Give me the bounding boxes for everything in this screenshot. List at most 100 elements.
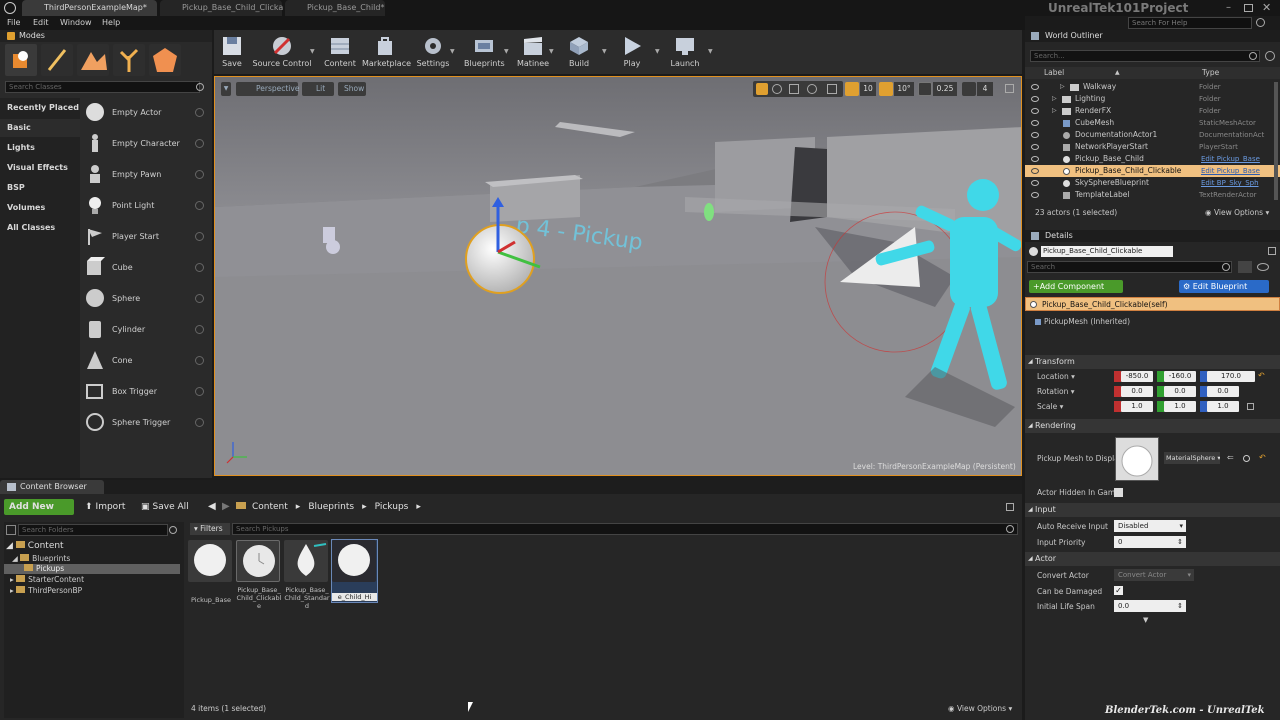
- auto-receive-input-dropdown[interactable]: Disabled ▾: [1114, 520, 1186, 532]
- details-search-input[interactable]: Search: [1027, 261, 1232, 273]
- grid-snap-value[interactable]: 10: [860, 82, 876, 96]
- column-type[interactable]: Type: [1202, 67, 1219, 79]
- place-item-point-light[interactable]: Point Light: [80, 190, 208, 221]
- component-row-self[interactable]: Pickup_Base_Child_Clickable(self): [1025, 297, 1280, 311]
- outliner-row[interactable]: ▷ Walkway Folder: [1025, 81, 1280, 93]
- rotation-x-field[interactable]: 0.0: [1121, 386, 1153, 397]
- outliner-row[interactable]: NetworkPlayerStart PlayerStart: [1025, 141, 1280, 153]
- tree-item-pickups[interactable]: Pickups: [4, 564, 180, 574]
- place-item-empty-pawn[interactable]: Empty Pawn: [80, 159, 208, 190]
- camera-speed-value[interactable]: 4: [977, 82, 993, 96]
- row-type-link[interactable]: Edit Pickup_Base: [1201, 153, 1260, 165]
- breadcrumb-blueprints[interactable]: Blueprints: [308, 502, 354, 512]
- view-options-button[interactable]: ◉ View Options ▾: [948, 704, 1012, 713]
- scene-render[interactable]: p 4 - Pickup: [215, 77, 1022, 476]
- category-visual-effects[interactable]: Visual Effects: [0, 159, 80, 177]
- lit-button[interactable]: Lit: [302, 82, 334, 96]
- outliner-row[interactable]: SkySphereBlueprint Edit BP_Sky_Sph: [1025, 177, 1280, 189]
- outliner-search-input[interactable]: Search...: [1030, 50, 1260, 62]
- category-basic[interactable]: Basic: [0, 119, 80, 137]
- eye-icon[interactable]: [1031, 168, 1039, 174]
- place-item-empty-actor[interactable]: Empty Actor: [80, 97, 208, 128]
- eye-icon[interactable]: [1031, 156, 1039, 162]
- blueprints-button[interactable]: Blueprints: [464, 32, 505, 72]
- category-recently-placed[interactable]: Recently Placed: [0, 99, 80, 117]
- actor-header[interactable]: ◢ Actor: [1025, 552, 1280, 566]
- back-button[interactable]: ◀: [203, 499, 217, 515]
- help-icon[interactable]: [195, 294, 204, 303]
- save-button[interactable]: Save: [218, 32, 246, 72]
- help-search-input[interactable]: Search For Help: [1128, 17, 1252, 29]
- place-item-player-start[interactable]: Player Start: [80, 221, 208, 252]
- outliner-settings-icon[interactable]: [1265, 51, 1275, 61]
- lock-icon[interactable]: [1006, 503, 1014, 511]
- geometry-mode-icon[interactable]: [149, 44, 181, 76]
- eye-icon[interactable]: [1031, 84, 1039, 90]
- surface-snap-icon[interactable]: [827, 84, 837, 94]
- launch-button[interactable]: Launch: [670, 32, 700, 72]
- asset-tile-selected[interactable]: e_Child_Hi: [331, 539, 378, 603]
- maximize-button[interactable]: [1244, 4, 1253, 12]
- tree-item-starter-content[interactable]: ▸ StarterContent: [10, 575, 84, 584]
- reset-arrow-icon[interactable]: ↶: [1259, 453, 1266, 462]
- close-button[interactable]: ✕: [1262, 1, 1271, 14]
- class-search-input[interactable]: Search Classes: [5, 81, 200, 93]
- category-volumes[interactable]: Volumes: [0, 199, 80, 217]
- place-item-cylinder[interactable]: Cylinder: [80, 314, 208, 345]
- lock-icon[interactable]: [1268, 247, 1276, 255]
- tab-child[interactable]: Pickup_Base_Child*: [285, 0, 385, 16]
- initial-life-span-field[interactable]: 0.0 ⇕: [1114, 600, 1186, 612]
- menu-edit[interactable]: Edit: [33, 16, 49, 30]
- scale-tool-icon[interactable]: [789, 84, 799, 94]
- scale-z-field[interactable]: 1.0: [1207, 401, 1239, 412]
- row-type-link[interactable]: Edit Pickup_Base: [1201, 165, 1260, 177]
- outliner-row[interactable]: ▷ Lighting Folder: [1025, 93, 1280, 105]
- eye-icon[interactable]: [1031, 120, 1039, 126]
- help-icon[interactable]: [195, 139, 204, 148]
- rotation-z-field[interactable]: 0.0: [1207, 386, 1239, 397]
- convert-actor-dropdown[interactable]: Convert Actor ▾: [1114, 569, 1194, 581]
- eye-icon[interactable]: [1031, 108, 1039, 114]
- import-button[interactable]: ⬆ Import: [80, 499, 132, 515]
- eye-icon[interactable]: [1031, 144, 1039, 150]
- play-dropdown-icon[interactable]: ▼: [655, 48, 660, 55]
- details-view-options-icon[interactable]: [1257, 263, 1269, 271]
- help-icon[interactable]: [195, 356, 204, 365]
- tab-map[interactable]: ThirdPersonExampleMap*: [22, 0, 157, 16]
- outliner-row[interactable]: CubeMesh StaticMeshActor: [1025, 117, 1280, 129]
- source-control-dropdown-icon[interactable]: ▼: [310, 48, 315, 55]
- place-item-cube[interactable]: Cube: [80, 252, 208, 283]
- translate-tool-icon[interactable]: [756, 83, 768, 95]
- blueprints-dropdown-icon[interactable]: ▼: [504, 48, 509, 55]
- show-button[interactable]: Show: [338, 82, 366, 96]
- actor-hidden-checkbox[interactable]: [1114, 488, 1123, 497]
- lock-scale-icon[interactable]: [1247, 403, 1254, 410]
- property-matrix-icon[interactable]: [1238, 261, 1252, 273]
- place-item-cone[interactable]: Cone: [80, 345, 208, 376]
- tree-item-third-person-bp[interactable]: ▸ ThirdPersonBP: [10, 586, 82, 595]
- breadcrumb-content[interactable]: Content: [252, 502, 288, 512]
- edit-blueprint-button[interactable]: ⚙ Edit Blueprint: [1179, 280, 1269, 293]
- help-icon[interactable]: [195, 325, 204, 334]
- eye-icon[interactable]: [1031, 192, 1039, 198]
- rotation-snap-value[interactable]: 10°: [894, 82, 914, 96]
- eye-icon[interactable]: [1031, 96, 1039, 102]
- marketplace-button[interactable]: Marketplace: [362, 32, 411, 72]
- category-all-classes[interactable]: All Classes: [0, 219, 80, 237]
- menu-file[interactable]: File: [7, 16, 20, 30]
- tab-clickable[interactable]: Pickup_Base_Child_Clicka: [160, 0, 283, 16]
- scale-x-field[interactable]: 1.0: [1121, 401, 1153, 412]
- outliner-scrollbar[interactable]: [1274, 82, 1278, 200]
- can-be-damaged-checkbox[interactable]: ✓: [1114, 586, 1123, 595]
- help-icon[interactable]: [195, 201, 204, 210]
- place-item-sphere[interactable]: Sphere: [80, 283, 208, 314]
- browse-search-icon[interactable]: [1243, 455, 1250, 462]
- help-search-icon[interactable]: [1256, 18, 1265, 27]
- asset-tile[interactable]: Pickup_Base: [188, 540, 234, 612]
- help-icon[interactable]: [195, 108, 204, 117]
- material-dropdown[interactable]: MaterialSphere ▾: [1164, 452, 1220, 464]
- world-local-icon[interactable]: [807, 84, 817, 94]
- row-type-link[interactable]: Edit BP_Sky_Sph: [1201, 177, 1259, 189]
- category-bsp[interactable]: BSP: [0, 179, 80, 197]
- scale-snap-toggle[interactable]: [918, 82, 932, 96]
